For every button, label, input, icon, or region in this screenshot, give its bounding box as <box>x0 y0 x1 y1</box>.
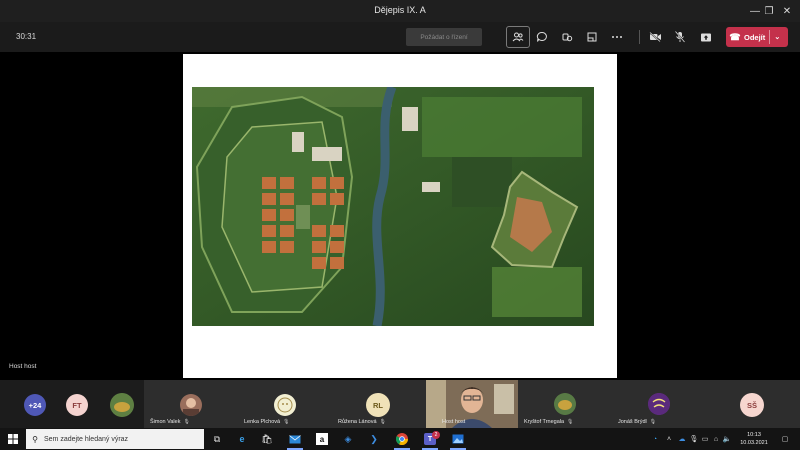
participant-avatar <box>274 394 296 416</box>
participant-tile[interactable]: SŠ <box>706 380 800 428</box>
dropbox-icon[interactable]: ◈ <box>336 428 360 450</box>
search-icon: ⚲ <box>32 434 38 444</box>
participant-name: Lenka Plchová 🎙 <box>244 419 290 425</box>
store-icon[interactable]: 🛍 <box>255 428 279 450</box>
chat-icon[interactable] <box>530 26 554 48</box>
power-automate-icon[interactable]: ❯ <box>362 428 386 450</box>
participant-tile[interactable]: Lenka Plchová 🎙 <box>238 380 332 428</box>
taskbar-clock[interactable]: 10:13 10.03.2021 <box>734 431 774 447</box>
participant-name: Kryštof Trnegala 🎙 <box>524 419 574 425</box>
teams-notification-badge: 2 <box>432 431 440 439</box>
participant-name: Šimon Valek 🎙 <box>150 419 190 425</box>
camera-off-icon[interactable] <box>643 26 667 48</box>
task-view-icon[interactable]: ⧉ <box>205 428 229 450</box>
windows-taskbar: ⚲ Sem zadejte hledaný výraz ⧉ e 🛍 a ◈ ❯ … <box>0 428 800 450</box>
teams-icon[interactable]: T 2 <box>418 428 442 450</box>
mic-muted-icon: 🎙 <box>567 419 574 425</box>
battery-icon[interactable]: ▭ <box>700 428 710 450</box>
participant-strip: +24 FT Šimon Valek 🎙 Lenka Plchová 🎙 RL Rů… <box>0 380 800 428</box>
shared-screen-stage: Host host <box>0 52 800 380</box>
presentation-slide <box>183 54 617 378</box>
participant-tile[interactable]: Šimon Valek 🎙 <box>144 380 238 428</box>
close-window-button[interactable]: ✕ <box>772 0 800 22</box>
weather-icon[interactable]: ◔ <box>648 428 662 450</box>
chevron-down-icon[interactable]: ⌄ <box>770 33 784 41</box>
participant-name: Host host <box>442 419 466 425</box>
meeting-toolbar: 30:31 Požádat o řízení ☎ Odejít ⌄ <box>0 22 800 52</box>
volume-icon[interactable]: 🔈 <box>722 428 732 450</box>
participant-name: Jonáš Brýdl 🎙 <box>618 419 657 425</box>
search-placeholder: Sem zadejte hledaný výraz <box>44 435 129 443</box>
more-icon[interactable] <box>605 26 629 48</box>
participant-avatar <box>648 393 670 415</box>
participant-tile[interactable]: RL Růžena Lánová 🎙 <box>332 380 426 428</box>
hang-up-icon: ☎ <box>729 31 741 42</box>
reactions-icon[interactable] <box>555 26 579 48</box>
clock-time: 10:13 <box>747 432 761 438</box>
leave-button[interactable]: ☎ Odejít ⌄ <box>726 27 788 47</box>
onedrive-icon[interactable]: ☁ <box>676 428 688 450</box>
amazon-icon[interactable]: a <box>310 428 334 450</box>
participant-avatar-ss: SŠ <box>740 393 764 417</box>
participant-tile[interactable]: Kryštof Trnegala 🎙 <box>518 380 612 428</box>
aerial-fortress-map-image <box>192 87 594 326</box>
photos-icon[interactable] <box>446 428 470 450</box>
mail-icon[interactable] <box>283 428 307 450</box>
window-title-bar: Dějepis IX. A — ❐ ✕ <box>0 0 800 22</box>
mic-muted-icon: 🎙 <box>283 419 290 425</box>
taskbar-search-box[interactable]: ⚲ Sem zadejte hledaný výraz <box>26 429 204 449</box>
participant-avatar-rl: RL <box>366 393 390 417</box>
chevron-up-icon[interactable]: ˄ <box>664 428 674 450</box>
meeting-timer: 30:31 <box>16 32 37 41</box>
participant-name: Růžena Lánová 🎙 <box>338 419 386 425</box>
presenter-name-label: Host host <box>9 363 37 370</box>
participant-tile[interactable]: Jonáš Brýdl 🎙 <box>612 380 706 428</box>
windows-start-icon[interactable] <box>0 428 26 450</box>
webcam-video <box>426 380 518 428</box>
edge-icon[interactable]: e <box>230 428 254 450</box>
leave-button-label: Odejít <box>744 32 766 42</box>
participant-avatar <box>554 393 576 415</box>
mic-muted-icon: 🎙 <box>649 419 657 425</box>
participant-avatar-ft[interactable]: FT <box>66 394 88 416</box>
share-icon[interactable] <box>694 26 718 48</box>
network-icon[interactable]: ⌂ <box>711 428 721 450</box>
participants-icon[interactable] <box>506 26 530 48</box>
window-title: Dějepis IX. A <box>374 5 426 15</box>
request-control-button[interactable]: Požádat o řízení <box>406 28 482 46</box>
mic-muted-icon: 🎙 <box>183 419 190 425</box>
mic-muted-icon: 🎙 <box>379 419 386 425</box>
microphone-icon[interactable]: 🎙 <box>689 428 699 450</box>
participant-avatar-photo[interactable] <box>110 393 134 417</box>
notifications-icon[interactable]: ▢ <box>778 428 792 450</box>
mic-off-icon[interactable] <box>668 26 692 48</box>
toolbar-divider <box>639 30 640 44</box>
participant-avatar <box>180 394 202 416</box>
participant-video-tile[interactable]: Host host <box>426 380 518 428</box>
more-participants-button[interactable]: +24 <box>24 394 46 416</box>
clock-date: 10.03.2021 <box>740 440 768 446</box>
rooms-icon[interactable] <box>580 26 604 48</box>
chrome-icon[interactable] <box>390 428 414 450</box>
